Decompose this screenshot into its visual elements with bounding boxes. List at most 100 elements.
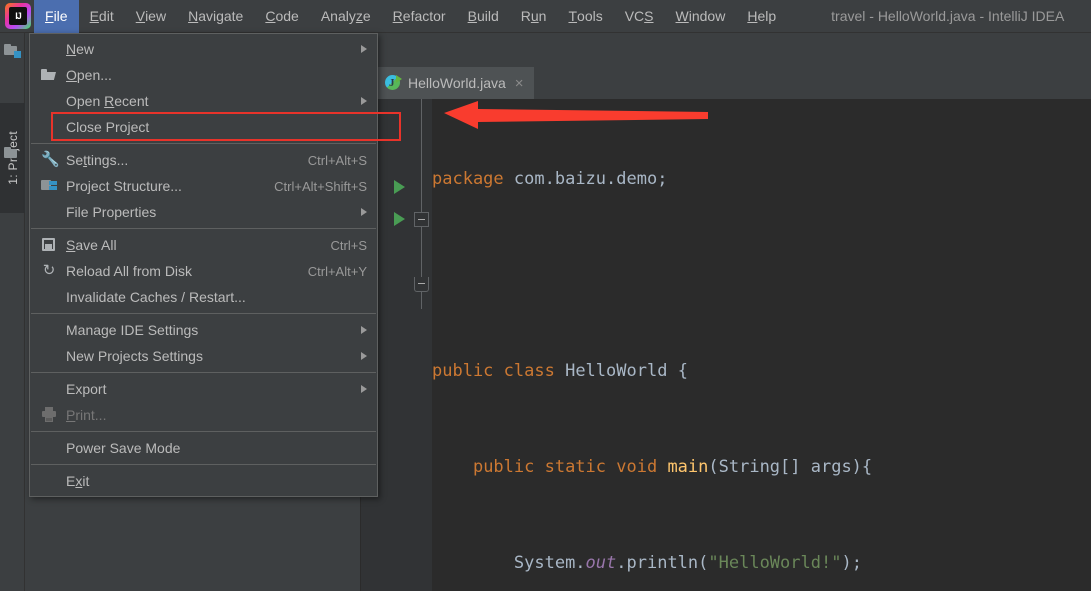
menu-item-manage-ide-settings[interactable]: Manage IDE Settings <box>30 317 377 343</box>
code-content[interactable]: package com.baizu.demo; public class Hel… <box>432 99 1091 591</box>
folder-icon-tab <box>41 69 47 72</box>
intellij-idea-window: 1: Project J HelloWorld.java × <box>0 0 1091 591</box>
window-title: travel - HelloWorld.java - IntelliJ IDEA <box>831 8 1065 24</box>
menu-window[interactable]: Window <box>665 0 737 33</box>
menu-item-file-properties[interactable]: File Properties <box>30 199 377 225</box>
menu-run[interactable]: Run <box>510 0 558 33</box>
java-icon-letter: J <box>389 77 395 89</box>
chevron-right-icon <box>361 352 367 360</box>
menu-view[interactable]: View <box>125 0 177 33</box>
menu-analyze[interactable]: Analy z e <box>310 0 382 33</box>
menu-bar: File Edit View Navigate Code Analyze Ref… <box>0 0 1091 33</box>
editor-body[interactable]: package com.baizu.demo; public class Hel… <box>361 99 1091 591</box>
chevron-right-icon <box>361 97 367 105</box>
code-line-5: System.out.println("HelloWorld!"); <box>513 553 862 573</box>
menu-item-new[interactable]: New <box>30 36 377 62</box>
menu-item-save-all-accel: Ctrl+S <box>330 237 367 253</box>
menu-item-save-all-label: Save All <box>66 237 117 253</box>
chevron-right-icon <box>361 45 367 53</box>
menu-item-project-structure-label: Project Structure... <box>66 178 182 194</box>
menu-item-close-project-label: Close Project <box>66 119 150 135</box>
menu-item-print: Print... <box>30 402 377 428</box>
menu-refactor[interactable]: Refactor <box>382 0 457 33</box>
editor-tab-bar: J HelloWorld.java × <box>361 67 1091 99</box>
menu-separator-1 <box>31 143 376 144</box>
menu-separator-2 <box>31 228 376 229</box>
folder-icon-body <box>41 72 56 80</box>
save-icon <box>41 237 57 253</box>
run-gutter-icon-main[interactable] <box>394 212 405 226</box>
menu-item-new-projects-settings[interactable]: New Projects Settings <box>30 343 377 369</box>
chevron-right-icon <box>361 208 367 216</box>
print-icon <box>41 407 57 423</box>
menu-help[interactable]: Help <box>736 0 787 33</box>
menu-item-exit[interactable]: Exit <box>30 468 377 494</box>
code-line-4: public static void main(String[] args){ <box>472 457 873 477</box>
menu-item-exit-label: Exit <box>66 473 90 489</box>
menu-item-project-structure[interactable]: Project Structure... Ctrl+Alt+Shift+S <box>30 173 377 199</box>
close-icon[interactable]: × <box>515 76 524 91</box>
editor-tab-label: HelloWorld.java <box>408 75 506 91</box>
folder-icon <box>41 67 57 83</box>
menu-item-open-recent-label: Open Recent <box>66 93 149 109</box>
menu-build[interactable]: Build <box>457 0 510 33</box>
project-folder-icon-top[interactable] <box>4 43 21 58</box>
reload-icon: ↻ <box>42 262 56 279</box>
menu-vcs[interactable]: VC S <box>614 0 665 33</box>
menu-item-reload-all-from-disk[interactable]: ↻ Reload All from Disk Ctrl+Alt+Y <box>30 258 377 284</box>
wrench-icon: 🔧 <box>41 151 60 168</box>
menu-item-export-label: Export <box>66 381 107 397</box>
folder-glyph <box>4 43 21 58</box>
menu-item-power-save-mode[interactable]: Power Save Mode <box>30 435 377 461</box>
menu-separator-4 <box>31 372 376 373</box>
code-line-3: public class HelloWorld { <box>432 361 688 381</box>
fold-toggle-method[interactable] <box>414 212 429 227</box>
run-triangle-icon <box>396 75 402 83</box>
editor-region: J HelloWorld.java × package com.baizu.de… <box>361 33 1091 591</box>
menu-item-open[interactable]: Open... <box>30 62 377 88</box>
menu-item-manage-ide-settings-label: Manage IDE Settings <box>66 322 199 338</box>
ps-block-4 <box>53 186 57 190</box>
menu-item-settings-accel: Ctrl+Alt+S <box>307 152 367 168</box>
menu-item-save-all[interactable]: Save All Ctrl+S <box>30 232 377 258</box>
menu-item-export[interactable]: Export <box>30 376 377 402</box>
ps-block-2 <box>53 181 57 185</box>
print-icon-paper <box>45 417 53 422</box>
menu-separator-5 <box>31 431 376 432</box>
run-gutter-icon-class[interactable] <box>394 180 405 194</box>
menu-tools[interactable]: Tools <box>557 0 613 33</box>
left-tool-strip: 1: Project <box>0 33 25 591</box>
menu-item-project-structure-accel: Ctrl+Alt+Shift+S <box>274 178 367 194</box>
menu-file[interactable]: File <box>34 0 79 33</box>
chevron-right-icon <box>361 385 367 393</box>
menu-item-invalidate-caches[interactable]: Invalidate Caches / Restart... <box>30 284 377 310</box>
java-class-icon: J <box>385 75 402 91</box>
code-line-1: package com.baizu.demo; <box>432 169 668 189</box>
menu-item-print-label: Print... <box>66 407 107 423</box>
menu-item-new-label: New <box>66 41 95 57</box>
menu-edit[interactable]: Edit <box>79 0 125 33</box>
menu-item-open-label: Open... <box>66 67 112 83</box>
project-structure-icon <box>41 178 57 194</box>
menu-item-close-project[interactable]: Close Project <box>30 114 377 140</box>
menu-item-reload-all-from-disk-accel: Ctrl+Alt+Y <box>307 263 367 279</box>
menu-item-settings[interactable]: 🔧 Settings... Ctrl+Alt+S <box>30 147 377 173</box>
menu-code[interactable]: Code <box>254 0 309 33</box>
menu-item-reload-all-from-disk-label: Reload All from Disk <box>66 263 193 279</box>
folder-glyph-2 <box>4 146 21 161</box>
project-folder-icon-bottom[interactable] <box>4 146 21 161</box>
menu-item-power-save-mode-label: Power Save Mode <box>66 440 181 456</box>
menu-separator-6 <box>31 464 376 465</box>
menu-item-open-recent[interactable]: Open Recent <box>30 88 377 114</box>
editor-tab-helloworld[interactable]: J HelloWorld.java × <box>377 67 534 99</box>
menu-item-new-projects-settings-label: New Projects Settings <box>66 348 203 364</box>
file-dropdown-menu: New Open... Open Recent Close Project 🔧 … <box>29 33 378 497</box>
fold-toggle-method-end[interactable] <box>414 277 429 292</box>
menu-item-file-properties-label: File Properties <box>66 204 157 220</box>
menu-item-settings-label: Settings... <box>66 152 129 168</box>
intellij-logo-icon <box>5 3 31 29</box>
chevron-right-icon <box>361 326 367 334</box>
menu-navigate[interactable]: Navigate <box>177 0 254 33</box>
menu-item-invalidate-caches-label: Invalidate Caches / Restart... <box>66 289 246 305</box>
